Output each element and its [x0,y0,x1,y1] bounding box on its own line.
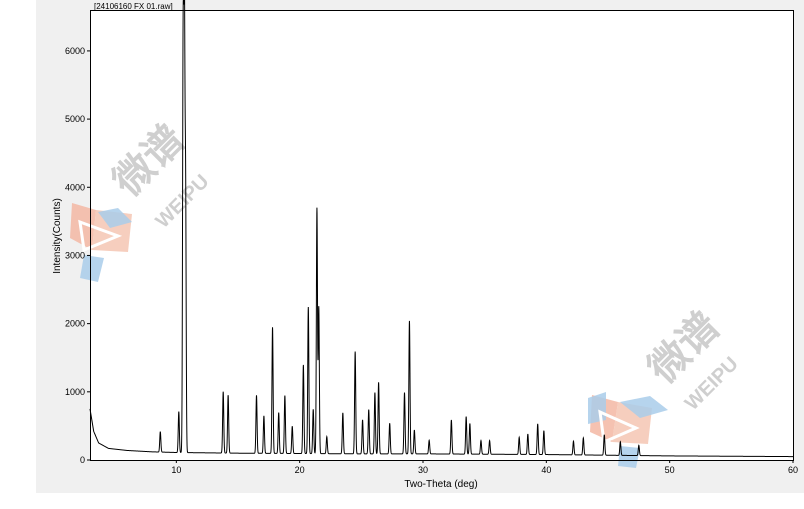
y-tick-label: 0 [80,455,85,465]
y-tick-label: 2000 [65,319,85,329]
x-tick-label: 10 [171,465,181,475]
watermark-cube-face [588,392,606,424]
x-tick-label: 40 [541,465,551,475]
watermark-logo-1: 微谱 WEIPU [70,117,213,282]
y-tick-label: 4000 [65,182,85,192]
watermarks: 微谱 WEIPU 微谱 WEIPU [70,117,743,468]
y-tick-label: 1000 [65,387,85,397]
y-tick-label: 5000 [65,114,85,124]
y-tick-label: 3000 [65,250,85,260]
x-tick-label: 50 [665,465,675,475]
y-tick-label: 6000 [65,46,85,56]
y-axis-title: Intensity(Counts) [52,198,63,274]
watermark-logo-2: 微谱 WEIPU [588,304,743,468]
diffraction-pattern-line [89,0,793,458]
x-tick-label: 60 [788,465,798,475]
x-tick-label: 30 [418,465,428,475]
x-axis-title: Two-Theta (deg) [404,479,477,490]
ticks: 10 20 30 40 50 60 0 1000 2000 3000 4000 5000 6000 [65,46,798,475]
x-tick-label: 20 [295,465,305,475]
xrd-chart: 微谱 WEIPU 微谱 WEIPU 10 20 30 40 50 60 0 1000 2000 3… [52,0,798,490]
